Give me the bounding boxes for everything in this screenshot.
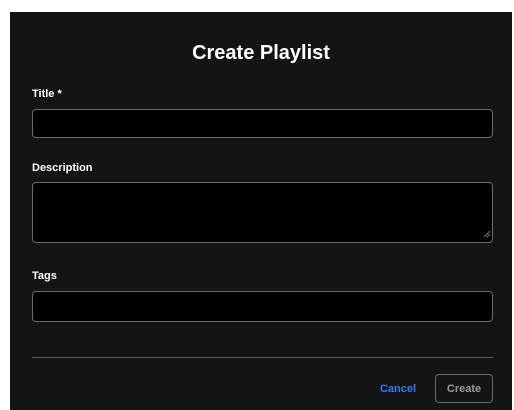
tags-input[interactable] (32, 291, 493, 322)
create-button[interactable]: Create (435, 374, 493, 403)
title-label: Title * (32, 88, 62, 100)
create-playlist-dialog: Create Playlist Title * Description Tags… (10, 12, 512, 410)
description-textarea[interactable] (32, 182, 493, 243)
title-input[interactable] (32, 109, 493, 138)
tags-label: Tags (32, 270, 57, 282)
dialog-title: Create Playlist (192, 42, 330, 64)
footer-divider (32, 357, 493, 358)
resize-handle-icon[interactable] (483, 230, 491, 238)
cancel-button[interactable]: Cancel (372, 375, 424, 403)
description-label: Description (32, 162, 93, 174)
